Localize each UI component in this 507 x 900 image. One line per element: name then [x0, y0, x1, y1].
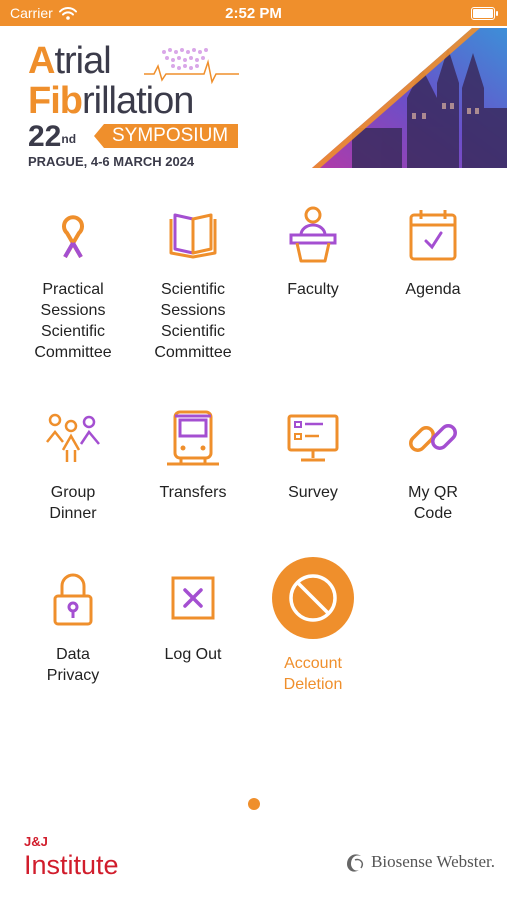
- heartbeat-icon: [144, 48, 239, 85]
- label-line: Survey: [288, 484, 338, 501]
- menu-item-survey[interactable]: Survey: [253, 408, 373, 503]
- logo-title-line2: Fibrillation: [28, 80, 194, 122]
- logo-edition-suffix: nd: [61, 132, 77, 146]
- book-icon: [169, 213, 217, 259]
- menu-item-scientific-sessions[interactable]: Scientific Sessions Scientific Committee: [133, 205, 253, 363]
- label-line: Privacy: [46, 667, 100, 684]
- label-line: Practical: [42, 281, 104, 298]
- logo-edition: 22nd: [28, 122, 76, 152]
- close-box-icon: [171, 576, 215, 620]
- logo-edition-number: 22: [28, 120, 62, 153]
- ribbon-icon: [62, 215, 84, 259]
- logo-title-rest: trial: [54, 40, 111, 82]
- battery-icon: [471, 7, 498, 20]
- logo-ribbon: SYMPOSIUM: [94, 124, 239, 148]
- label-line: Dinner: [49, 505, 97, 522]
- label-line: Agenda: [405, 281, 461, 298]
- menu-item-data-privacy[interactable]: Data Privacy: [13, 570, 133, 686]
- bus-icon: [167, 410, 219, 466]
- menu-item-label: Practical Sessions Scientific Committee: [13, 279, 133, 363]
- prohibited-icon: [289, 574, 337, 622]
- menu-item-label: Transfers: [133, 482, 253, 503]
- menu-item-label: Agenda: [373, 279, 493, 300]
- label-line: Scientific: [160, 281, 226, 298]
- calendar-check-icon: [409, 210, 457, 261]
- logo-title-initial: A: [28, 40, 55, 82]
- logo-title-line1: Atrial: [28, 40, 112, 82]
- logo-place-date: PRAGUE, 4-6 MARCH 2024: [28, 154, 195, 169]
- menu-item-label: My QR Code: [373, 482, 493, 524]
- sponsor-small-text: J&J: [24, 834, 48, 849]
- menu-item-label: Data Privacy: [13, 644, 133, 686]
- label-line: Group: [50, 484, 96, 501]
- status-time: 2:52 PM: [225, 5, 282, 22]
- menu-item-label: Log Out: [133, 644, 253, 665]
- menu-item-my-qr-code[interactable]: My QR Code: [373, 408, 493, 524]
- label-line: Code: [413, 505, 453, 522]
- label-line: Data: [56, 646, 90, 663]
- label-line: My QR: [408, 484, 458, 501]
- podium-speaker-icon: [289, 206, 337, 263]
- monitor-survey-icon: [287, 414, 339, 462]
- label-line: Committee: [154, 344, 232, 361]
- label-line: Scientific: [40, 323, 106, 340]
- link-chain-icon: [409, 424, 457, 452]
- menu-item-label: Account Deletion: [253, 653, 373, 695]
- label-line: Committee: [34, 344, 112, 361]
- group-people-icon: [46, 413, 100, 462]
- partner-logo-biosense: Biosense Webster.: [343, 850, 495, 874]
- logo-title2-rest: rillation: [81, 80, 194, 122]
- label-line: Sessions: [160, 302, 226, 319]
- logo-title2-initial: Fib: [28, 80, 83, 122]
- label-line: Faculty: [287, 281, 339, 298]
- menu-item-group-dinner[interactable]: Group Dinner: [13, 408, 133, 524]
- label-line: Sessions: [40, 302, 106, 319]
- menu-item-faculty[interactable]: Faculty: [253, 205, 373, 300]
- label-line: Account: [284, 655, 342, 672]
- log-out-button[interactable]: Log Out: [133, 570, 253, 665]
- menu-item-practical-sessions[interactable]: Practical Sessions Scientific Committee: [13, 205, 133, 363]
- sponsor-logo-jj-institute: J&J Institute: [24, 834, 119, 879]
- padlock-icon: [53, 573, 93, 626]
- prague-banner-image: [312, 28, 507, 168]
- label-line: Transfers: [159, 484, 227, 501]
- page-indicator-dot[interactable]: [248, 798, 260, 810]
- prohibited-icon-circle: [272, 557, 354, 639]
- menu-item-label: Scientific Sessions Scientific Committee: [133, 279, 253, 363]
- menu-item-agenda[interactable]: Agenda: [373, 205, 493, 300]
- partner-name: Biosense Webster.: [371, 852, 495, 871]
- event-logo: Atrial Fibrillation 22nd SYMPOSIUM PRAGU…: [28, 40, 268, 175]
- label-line: Scientific: [160, 323, 226, 340]
- menu-item-label: Survey: [253, 482, 373, 503]
- sponsor-big-text: Institute: [24, 850, 119, 880]
- menu-item-label: Group Dinner: [13, 482, 133, 524]
- menu-item-label: Faculty: [253, 279, 373, 300]
- label-line: Deletion: [283, 676, 343, 693]
- account-deletion-button[interactable]: Account Deletion: [253, 557, 373, 695]
- status-bar: Carrier 2:52 PM: [0, 0, 507, 26]
- menu-item-transfers[interactable]: Transfers: [133, 408, 253, 503]
- biosense-mark-icon: [347, 854, 364, 872]
- label-line: Log Out: [164, 646, 222, 663]
